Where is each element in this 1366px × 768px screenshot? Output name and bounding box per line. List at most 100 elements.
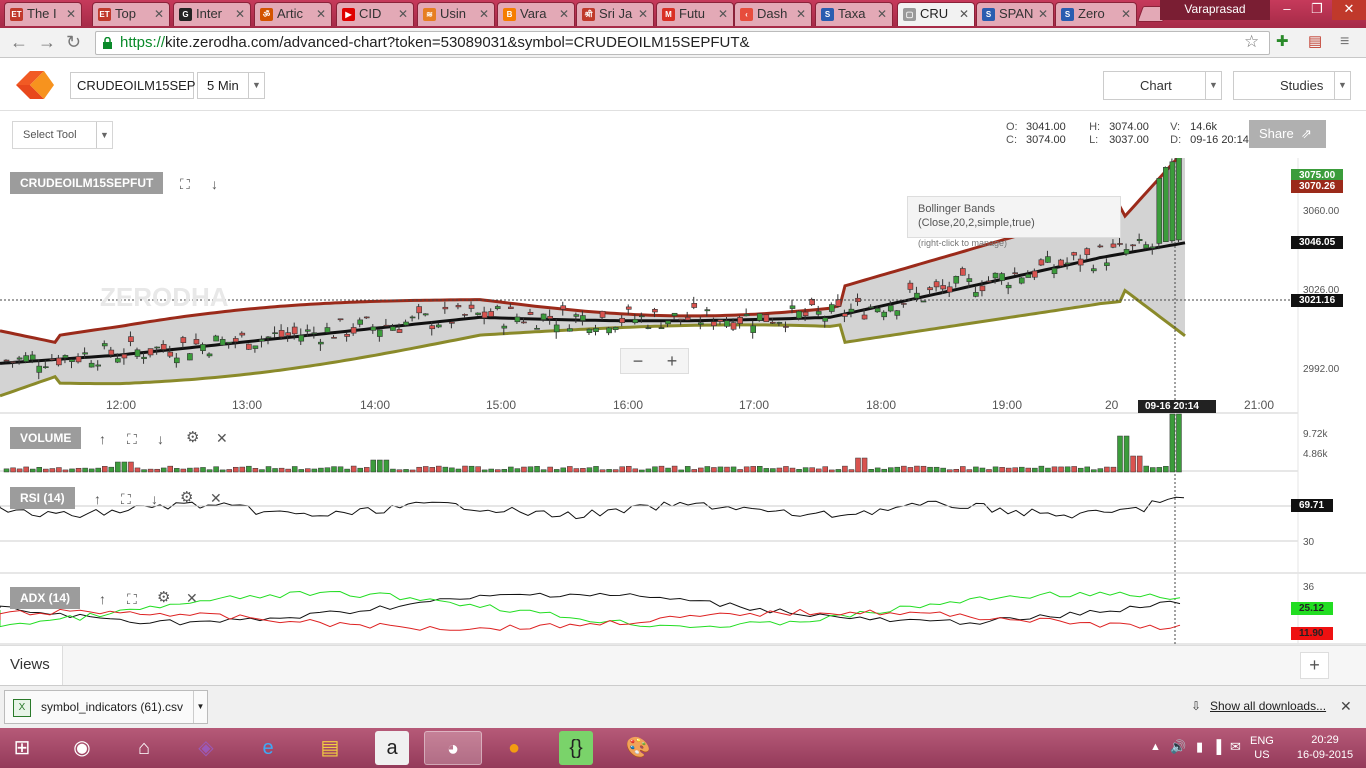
volume-icon[interactable]: 🔊 [1170, 739, 1186, 755]
close-icon[interactable]: ✕ [1340, 698, 1352, 715]
home-icon[interactable]: ⌂ [124, 731, 164, 765]
views-tab[interactable]: Views [0, 646, 63, 685]
chrome-icon[interactable]: ◕ [424, 731, 482, 765]
interval-select[interactable]: 5 Min ▼ [197, 72, 265, 99]
move-down-icon[interactable]: ↓ [157, 432, 164, 446]
volume-bar [29, 468, 36, 473]
close-window-icon[interactable]: ✕ [1332, 0, 1366, 20]
internet-explorer-icon[interactable]: e [248, 731, 288, 765]
fullscreen-icon[interactable]: ⛶ [127, 432, 137, 446]
volume-bar [645, 468, 652, 473]
notification-icon[interactable]: ✉ [1230, 739, 1241, 755]
extension-icon[interactable]: ✚ [1276, 32, 1289, 52]
minimize-icon[interactable]: – [1272, 0, 1302, 20]
close-icon[interactable]: ✕ [186, 591, 198, 605]
tab-close-icon[interactable]: ✕ [316, 3, 326, 25]
zoom-in-button[interactable]: + [657, 351, 687, 372]
browser-tab[interactable]: ET Top ✕ [92, 2, 170, 26]
language-indicator[interactable]: ENG US [1250, 734, 1274, 762]
chevron-down-icon[interactable]: ▼ [193, 691, 207, 723]
browser-tab[interactable]: G Inter ✕ [173, 2, 251, 26]
tab-close-icon[interactable]: ✕ [66, 3, 76, 25]
start-icon[interactable]: ⊞ [2, 731, 42, 765]
studies-button[interactable]: Studies ▼ [1233, 71, 1351, 100]
close-icon[interactable]: ✕ [216, 431, 228, 445]
candle [1071, 252, 1077, 256]
amazon-icon[interactable]: a [375, 731, 409, 765]
maximize-icon[interactable]: ❐ [1302, 0, 1332, 20]
pdf-extension-icon[interactable]: ▤ [1308, 32, 1322, 52]
browser-tab[interactable]: B Vara ✕ [497, 2, 575, 26]
chart-type-button[interactable]: Chart ▼ [1103, 71, 1222, 100]
move-down-icon[interactable]: ↓ [151, 492, 158, 506]
eclipse-icon[interactable]: ◉ [62, 731, 102, 765]
candle [979, 285, 986, 292]
back-icon[interactable]: ← [10, 32, 28, 52]
gear-icon[interactable]: ⚙ [157, 590, 170, 605]
gear-icon[interactable]: ⚙ [186, 430, 199, 445]
browser-user-badge[interactable]: Varaprasad [1160, 0, 1270, 20]
file-explorer-icon[interactable]: ▤ [310, 731, 350, 765]
network-icon[interactable]: ▐ [1212, 739, 1221, 754]
move-up-icon[interactable]: ↑ [94, 492, 101, 506]
volume-bar [416, 466, 422, 473]
tab-close-icon[interactable]: ✕ [1038, 3, 1048, 25]
share-button[interactable]: Share ⇗ [1249, 120, 1326, 148]
tab-close-icon[interactable]: ✕ [959, 3, 969, 25]
candle [383, 324, 390, 327]
candle [331, 336, 337, 339]
reload-icon[interactable]: ↻ [66, 32, 81, 52]
move-down-icon[interactable]: ↓ [211, 177, 218, 191]
firefox-icon[interactable]: ● [494, 731, 534, 765]
star-icon[interactable]: ☆ [1244, 32, 1259, 52]
browser-tab[interactable]: M Futu ✕ [656, 2, 734, 26]
move-up-icon[interactable]: ↑ [99, 432, 106, 446]
battery-icon[interactable]: ▮ [1196, 739, 1203, 755]
zoom-out-button[interactable]: − [623, 351, 653, 372]
browser-tab[interactable]: ET The I ✕ [4, 2, 82, 26]
candle [717, 319, 724, 322]
candle [730, 322, 737, 330]
browser-tab[interactable]: ॐ Artic ✕ [254, 2, 332, 26]
gear-icon[interactable]: ⚙ [180, 490, 193, 505]
symbol-input[interactable]: CRUDEOILM15SEP [70, 72, 195, 99]
tab-close-icon[interactable]: ✕ [154, 3, 164, 25]
url-bar[interactable]: https://kite.zerodha.com/advanced-chart?… [95, 31, 1270, 55]
browser-tab[interactable]: S Taxa ✕ [815, 2, 893, 26]
fullscreen-icon[interactable]: ⛶ [180, 177, 190, 191]
volume-bar [409, 469, 416, 473]
tab-close-icon[interactable]: ✕ [1121, 3, 1131, 25]
taskbar-clock[interactable]: 20:29 16-09-2015 [1290, 733, 1360, 763]
browser-tab[interactable]: S SPAN ✕ [976, 2, 1054, 26]
download-item[interactable]: X symbol_indicators (61).csv ▼ [4, 690, 208, 724]
tab-close-icon[interactable]: ✕ [559, 3, 569, 25]
move-up-icon[interactable]: ↑ [99, 592, 106, 606]
browser-tab[interactable]: श्री Sri Ja ✕ [576, 2, 654, 26]
browser-tab[interactable]: S Zero ✕ [1055, 2, 1137, 26]
tab-close-icon[interactable]: ✕ [235, 3, 245, 25]
browser-tab[interactable]: ▶ CID ✕ [336, 2, 414, 26]
tab-close-icon[interactable]: ✕ [398, 3, 408, 25]
add-view-button[interactable]: + [1300, 652, 1329, 679]
paint-icon[interactable]: 🎨 [618, 731, 658, 765]
forward-icon[interactable]: → [38, 32, 56, 52]
show-all-downloads-link[interactable]: Show all downloads... [1210, 699, 1326, 713]
candle [403, 321, 409, 326]
visual-studio-icon[interactable]: ◈ [186, 731, 226, 765]
browser-tab[interactable]: ‹ Dash ✕ [734, 2, 812, 26]
tab-close-icon[interactable]: ✕ [479, 3, 489, 25]
close-icon[interactable]: ✕ [210, 491, 222, 505]
candle [226, 341, 232, 344]
menu-icon[interactable]: ≡ [1340, 32, 1349, 52]
browser-tab[interactable]: ≋ Usin ✕ [417, 2, 495, 26]
fullscreen-icon[interactable]: ⛶ [127, 592, 137, 606]
braces-app-icon[interactable]: {} [559, 731, 593, 765]
select-tool-dropdown[interactable]: Select Tool ▼ [12, 121, 113, 149]
browser-tab[interactable]: ▢ CRU ✕ [897, 2, 975, 26]
tab-close-icon[interactable]: ✕ [718, 3, 728, 25]
tray-arrow-icon[interactable]: ▲ [1150, 741, 1161, 753]
tab-close-icon[interactable]: ✕ [796, 3, 806, 25]
tab-close-icon[interactable]: ✕ [638, 3, 648, 25]
tab-close-icon[interactable]: ✕ [877, 3, 887, 25]
fullscreen-icon[interactable]: ⛶ [121, 492, 131, 506]
